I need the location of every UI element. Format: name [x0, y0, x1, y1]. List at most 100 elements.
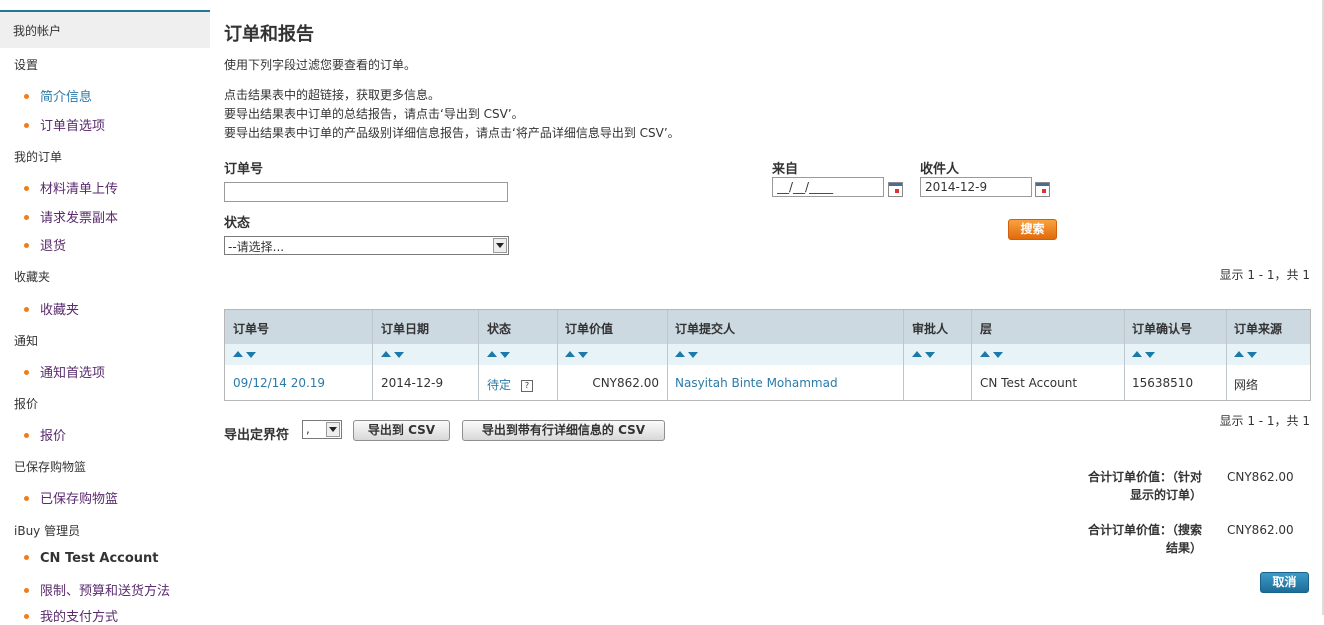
total-search-label: 合计订单价值：（搜索 结果）: [1088, 521, 1202, 557]
order-number-input[interactable]: [224, 182, 508, 202]
sort-arrows-icon[interactable]: [565, 351, 591, 359]
delimiter-select-value: ,: [306, 422, 310, 436]
sort-arrows-icon[interactable]: [980, 351, 1006, 359]
export-csv-detail-button[interactable]: 导出到带有行详细信息的 CSV: [462, 420, 665, 441]
result-count-bottom: 显示 1 - 1，共 1: [1219, 414, 1311, 428]
sidebar-item-payment-methods[interactable]: 我的支付方式: [24, 606, 118, 625]
search-button[interactable]: 搜索: [1008, 219, 1057, 240]
sidebar-item-label: 通知首选项: [40, 366, 106, 381]
sidebar-account-header[interactable]: 我的帐户: [0, 12, 210, 48]
result-count-top: 显示 1 - 1，共 1: [1219, 268, 1311, 282]
bullet-icon: [24, 243, 29, 248]
order-status-text[interactable]: 待定: [487, 378, 511, 392]
column-header-status[interactable]: 状态: [487, 320, 511, 337]
total-shown-value: CNY862.00: [1227, 470, 1294, 484]
submitter-link[interactable]: Nasyitah Binte Mohammad: [675, 376, 838, 390]
tier-cell: CN Test Account: [980, 376, 1078, 390]
sidebar-item-label: 限制、预算和送货方法: [40, 584, 171, 599]
sort-arrows-icon[interactable]: [1132, 351, 1158, 359]
sort-arrows-icon[interactable]: [1234, 351, 1260, 359]
sidebar-item-invoice-copy[interactable]: 请求发票副本: [24, 207, 118, 226]
sidebar-item-label: 报价: [40, 429, 67, 444]
sidebar-item-bom-upload[interactable]: 材料清单上传: [24, 178, 118, 197]
bullet-icon: [24, 94, 29, 99]
column-header-order-date[interactable]: 订单日期: [381, 320, 429, 337]
confirm-number-cell: 15638510: [1132, 376, 1194, 390]
order-value-cell: CNY862.00: [592, 376, 659, 390]
main-content: 订单和报告 使用下列字段过滤您要查看的订单。 点击结果表中的超链接，获取更多信息…: [224, 0, 1314, 615]
calendar-icon[interactable]: [888, 182, 903, 197]
sidebar-item-label: 简介信息: [40, 90, 93, 105]
bullet-icon: [24, 588, 29, 593]
from-date-input[interactable]: [772, 177, 884, 197]
column-header-order-no[interactable]: 订单号: [233, 320, 269, 337]
sidebar-item-favorites[interactable]: 收藏夹: [24, 299, 79, 318]
help-icon[interactable]: ?: [521, 379, 534, 392]
sidebar-heading-notifications: 通知: [14, 334, 39, 348]
sort-arrows-icon[interactable]: [912, 351, 938, 359]
sidebar-item-label: 退货: [40, 239, 67, 254]
chevron-down-icon: [493, 238, 507, 253]
column-header-tier[interactable]: 层: [980, 320, 992, 337]
status-select-value: --请选择...: [228, 240, 285, 254]
sidebar-item-returns[interactable]: 退货: [24, 235, 66, 254]
order-source-cell: 网络: [1234, 378, 1259, 392]
status-label: 状态: [224, 216, 251, 231]
total-shown-label-line1: 合计订单价值：（针对: [1087, 470, 1202, 484]
column-header-approver[interactable]: 审批人: [912, 320, 948, 337]
help-text-3: 要导出结果表中订单的产品级别详细信息报告，请点击‘将产品详细信息导出到 CSV’…: [224, 126, 680, 140]
help-text-2: 要导出结果表中订单的总结报告，请点击‘导出到 CSV’。: [224, 107, 524, 121]
bullet-icon: [24, 307, 29, 312]
order-date-cell: 2014-12-9: [381, 376, 444, 390]
bullet-icon: [24, 186, 29, 191]
column-header-order-value[interactable]: 订单价值: [565, 320, 613, 337]
sidebar-item-limits-budgets[interactable]: 限制、预算和送货方法: [24, 580, 170, 599]
export-delimiter-label: 导出定界符: [224, 428, 290, 443]
order-number-link[interactable]: 09/12/14 20.19: [233, 376, 325, 390]
sidebar-heading-my-orders: 我的订单: [14, 150, 63, 164]
sidebar-heading-saved-baskets: 已保存购物篮: [14, 460, 87, 474]
total-shown-label-line2: 显示的订单）: [1129, 488, 1202, 502]
sort-arrows-icon[interactable]: [233, 351, 259, 359]
sidebar-item-label: 我的支付方式: [40, 610, 119, 625]
total-shown-label: 合计订单价值：（针对 显示的订单）: [1088, 468, 1202, 504]
bullet-icon: [24, 433, 29, 438]
sidebar-item-label: 材料清单上传: [40, 182, 119, 197]
intro-text: 使用下列字段过滤您要查看的订单。: [224, 58, 417, 72]
chevron-down-icon: [326, 422, 340, 437]
sidebar-item-order-preferences[interactable]: 订单首选项: [24, 115, 105, 134]
to-date-label: 收件人: [920, 162, 960, 177]
orders-table: 订单号 订单日期 状态 订单价值 订单提交人 审批人 层 订单确认号 订单来源 …: [224, 309, 1311, 401]
sidebar-heading-quotes: 报价: [14, 397, 39, 411]
sidebar-item-label: CN Test Account: [40, 551, 159, 566]
sidebar-heading-ibuy-admin: iBuy 管理员: [14, 524, 81, 538]
sidebar-item-notification-preferences[interactable]: 通知首选项: [24, 362, 105, 381]
bullet-icon: [24, 496, 29, 501]
column-header-confirm-no[interactable]: 订单确认号: [1132, 320, 1192, 337]
sort-arrows-icon[interactable]: [675, 351, 701, 359]
help-text-1: 点击结果表中的超链接，获取更多信息。: [224, 88, 441, 102]
sidebar-item-label: 请求发票副本: [40, 211, 119, 226]
to-date-input[interactable]: [920, 177, 1032, 197]
delimiter-select[interactable]: ,: [302, 420, 342, 439]
sidebar-item-cn-test-account[interactable]: CN Test Account: [24, 551, 159, 566]
column-header-submitter[interactable]: 订单提交人: [675, 320, 735, 337]
cancel-button[interactable]: 取消: [1260, 572, 1309, 593]
sidebar-item-profile[interactable]: 简介信息: [24, 86, 92, 105]
sidebar: 我的帐户 设置 简介信息 订单首选项 我的订单 材料清单上传 请求发票副本 退货…: [0, 0, 210, 625]
from-date-label: 来自: [772, 162, 799, 177]
bullet-icon: [24, 555, 29, 560]
bullet-icon: [24, 215, 29, 220]
calendar-icon[interactable]: [1035, 182, 1050, 197]
status-select[interactable]: --请选择...: [224, 236, 509, 255]
sidebar-item-quotes[interactable]: 报价: [24, 425, 66, 444]
total-search-label-line1: 合计订单价值：（搜索: [1087, 523, 1202, 537]
column-header-source[interactable]: 订单来源: [1234, 320, 1282, 337]
export-csv-button[interactable]: 导出到 CSV: [353, 420, 450, 441]
sidebar-heading-favorites: 收藏夹: [14, 270, 51, 284]
order-status-cell[interactable]: 待定?: [487, 376, 534, 393]
sidebar-item-saved-baskets[interactable]: 已保存购物篮: [24, 488, 118, 507]
sort-arrows-icon[interactable]: [381, 351, 407, 359]
sort-arrows-icon[interactable]: [487, 351, 513, 359]
sidebar-item-label: 已保存购物篮: [40, 492, 119, 507]
